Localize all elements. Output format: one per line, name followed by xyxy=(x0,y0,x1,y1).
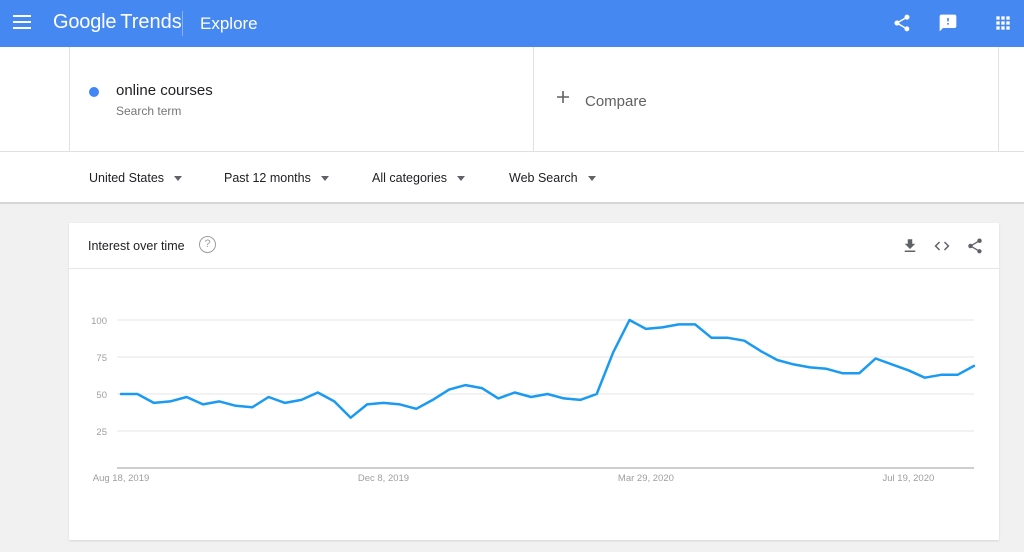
y-tick-label-100: 100 xyxy=(91,316,107,327)
property-filter[interactable]: Web Search xyxy=(509,171,596,185)
category-filter-label: All categories xyxy=(372,171,448,185)
y-tick-label-25: 25 xyxy=(96,427,107,438)
series-line-online-courses xyxy=(119,318,976,419)
property-filter-label: Web Search xyxy=(509,171,578,185)
time-filter[interactable]: Past 12 months xyxy=(224,171,329,185)
interest-line-chart: 25 50 75 100 Aug 18, 2019 Dec 8, 2019 Mar 29, … xyxy=(91,316,976,484)
logo-trends-text: Trends xyxy=(120,11,182,33)
x-tick-label-2: Mar 29, 2020 xyxy=(618,473,674,484)
region-filter[interactable]: United States xyxy=(89,171,183,185)
search-term-card[interactable]: online courses Search term xyxy=(69,47,534,152)
x-tick-label-1: Dec 8, 2019 xyxy=(358,473,409,484)
search-term-sublabel: Search term xyxy=(116,104,182,118)
chevron-down-icon xyxy=(587,175,596,181)
time-filter-label: Past 12 months xyxy=(224,171,311,185)
top-app-bar: Google Trends Explore xyxy=(0,0,1024,47)
x-tick-label-3: Jul 19, 2020 xyxy=(883,473,935,484)
menu-icon[interactable] xyxy=(13,15,31,29)
filter-bar: United States Past 12 months All categor… xyxy=(0,152,1024,204)
feedback-icon[interactable] xyxy=(938,13,958,33)
interest-over-time-card: Interest over time ? 25 50 75 100 Aug 18, 20… xyxy=(69,223,999,540)
chevron-down-icon xyxy=(457,175,466,181)
page-title: Explore xyxy=(200,14,258,33)
apps-icon[interactable] xyxy=(993,13,1013,33)
term-color-dot xyxy=(89,87,99,97)
y-tick-label-75: 75 xyxy=(96,353,107,364)
share-icon[interactable] xyxy=(892,13,912,33)
region-filter-label: United States xyxy=(89,171,165,185)
plus-icon xyxy=(557,91,569,103)
chevron-down-icon xyxy=(320,175,329,181)
header-divider xyxy=(182,11,183,36)
logo-google-text: Google xyxy=(53,11,117,33)
search-term-name[interactable]: online courses xyxy=(116,82,213,99)
compare-button[interactable]: Compare xyxy=(534,47,999,152)
x-tick-label-0: Aug 18, 2019 xyxy=(93,473,150,484)
chevron-down-icon xyxy=(174,175,183,181)
y-tick-label-50: 50 xyxy=(96,390,107,401)
search-terms-panel: online courses Search term Compare xyxy=(0,47,1024,152)
compare-label: Compare xyxy=(585,93,647,110)
category-filter[interactable]: All categories xyxy=(372,171,466,185)
google-trends-logo[interactable]: Google Trends xyxy=(53,11,182,34)
